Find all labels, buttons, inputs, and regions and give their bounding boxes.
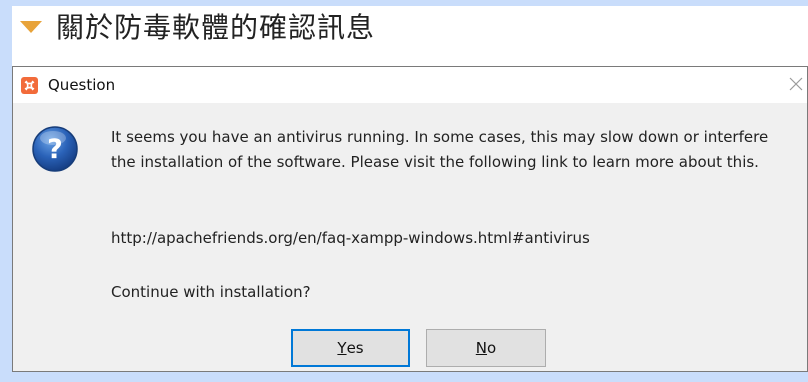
section-heading: 關於防毒軟體的確認訊息: [14, 6, 808, 46]
dialog-titlebar[interactable]: Question: [13, 67, 807, 103]
heading-title: 關於防毒軟體的確認訊息: [56, 11, 376, 44]
no-mnemonic: N: [475, 339, 488, 357]
question-dialog: Question ? It seems you have an antiviru…: [12, 66, 808, 372]
close-icon[interactable]: [783, 71, 808, 97]
yes-button[interactable]: Yes: [291, 329, 410, 367]
no-label-rest: o: [487, 339, 497, 357]
yes-mnemonic: Y: [337, 339, 347, 357]
page-frame-bottom: [0, 372, 808, 382]
question-icon: ?: [32, 126, 78, 172]
yes-label-rest: es: [346, 339, 364, 357]
page-frame-left: [0, 0, 12, 382]
no-button[interactable]: No: [426, 329, 546, 367]
xampp-icon: [21, 76, 38, 94]
svg-text:?: ?: [47, 134, 63, 165]
dialog-body: ? It seems you have an antivirus running…: [13, 103, 807, 373]
antivirus-faq-link: http://apachefriends.org/en/faq-xampp-wi…: [111, 229, 590, 247]
dialog-title: Question: [48, 76, 116, 94]
dialog-message: It seems you have an antivirus running. …: [111, 128, 769, 171]
continue-prompt: Continue with installation?: [111, 283, 311, 301]
triangle-down-icon[interactable]: [20, 21, 42, 33]
